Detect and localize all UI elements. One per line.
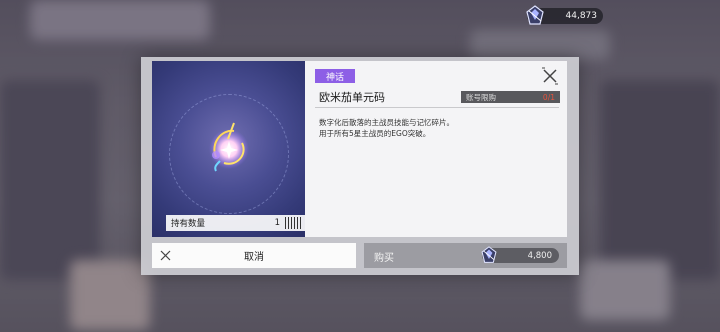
- item-preview-panel: 持有数量 1: [152, 61, 305, 237]
- description-line: 用于所有5星主战员的EGO突破。: [319, 129, 431, 138]
- description-line: 数字化后散落的主战员技能与记忆碎片。: [319, 118, 454, 127]
- item-name: 欧米茄单元码: [319, 91, 385, 104]
- purchase-dialog: 持有数量 1 神话 欧米茄单元码 账号限购 0/1 数字化后散落的主战员技能与记…: [141, 57, 579, 275]
- cancel-button[interactable]: 取消: [152, 243, 356, 268]
- price-amount: 4,800: [527, 250, 552, 261]
- omega-unit-code-item-icon: [209, 122, 249, 172]
- owned-label: 持有数量: [171, 219, 206, 229]
- price-tag: 4,800: [481, 246, 559, 263]
- close-icon[interactable]: [541, 67, 559, 85]
- cancel-label: 取消: [244, 252, 264, 263]
- limit-value: 0/1: [542, 92, 555, 102]
- buy-label: 购买: [374, 253, 394, 264]
- currency-display: 44,873: [526, 5, 603, 25]
- crystal-gem-icon: [481, 246, 497, 263]
- owned-count: 1: [274, 218, 280, 228]
- limit-label: 账号限购: [466, 92, 496, 102]
- owned-count-bar: 持有数量 1: [166, 215, 305, 231]
- cancel-x-icon: [160, 250, 171, 261]
- barcode-decoration: [285, 217, 303, 229]
- currency-amount: 44,873: [565, 11, 598, 21]
- item-description: 数字化后散落的主战员技能与记忆碎片。 用于所有5星主战员的EGO突破。: [319, 117, 549, 139]
- crystal-gem-icon: [526, 5, 544, 25]
- buy-button[interactable]: 购买 4,800: [364, 243, 567, 268]
- rarity-badge: 神话: [315, 69, 355, 83]
- purchase-limit-badge: 账号限购 0/1: [461, 91, 560, 103]
- item-info-panel: 神话 欧米茄单元码 账号限购 0/1 数字化后散落的主战员技能与记忆碎片。 用于…: [305, 61, 567, 237]
- divider: [315, 107, 559, 108]
